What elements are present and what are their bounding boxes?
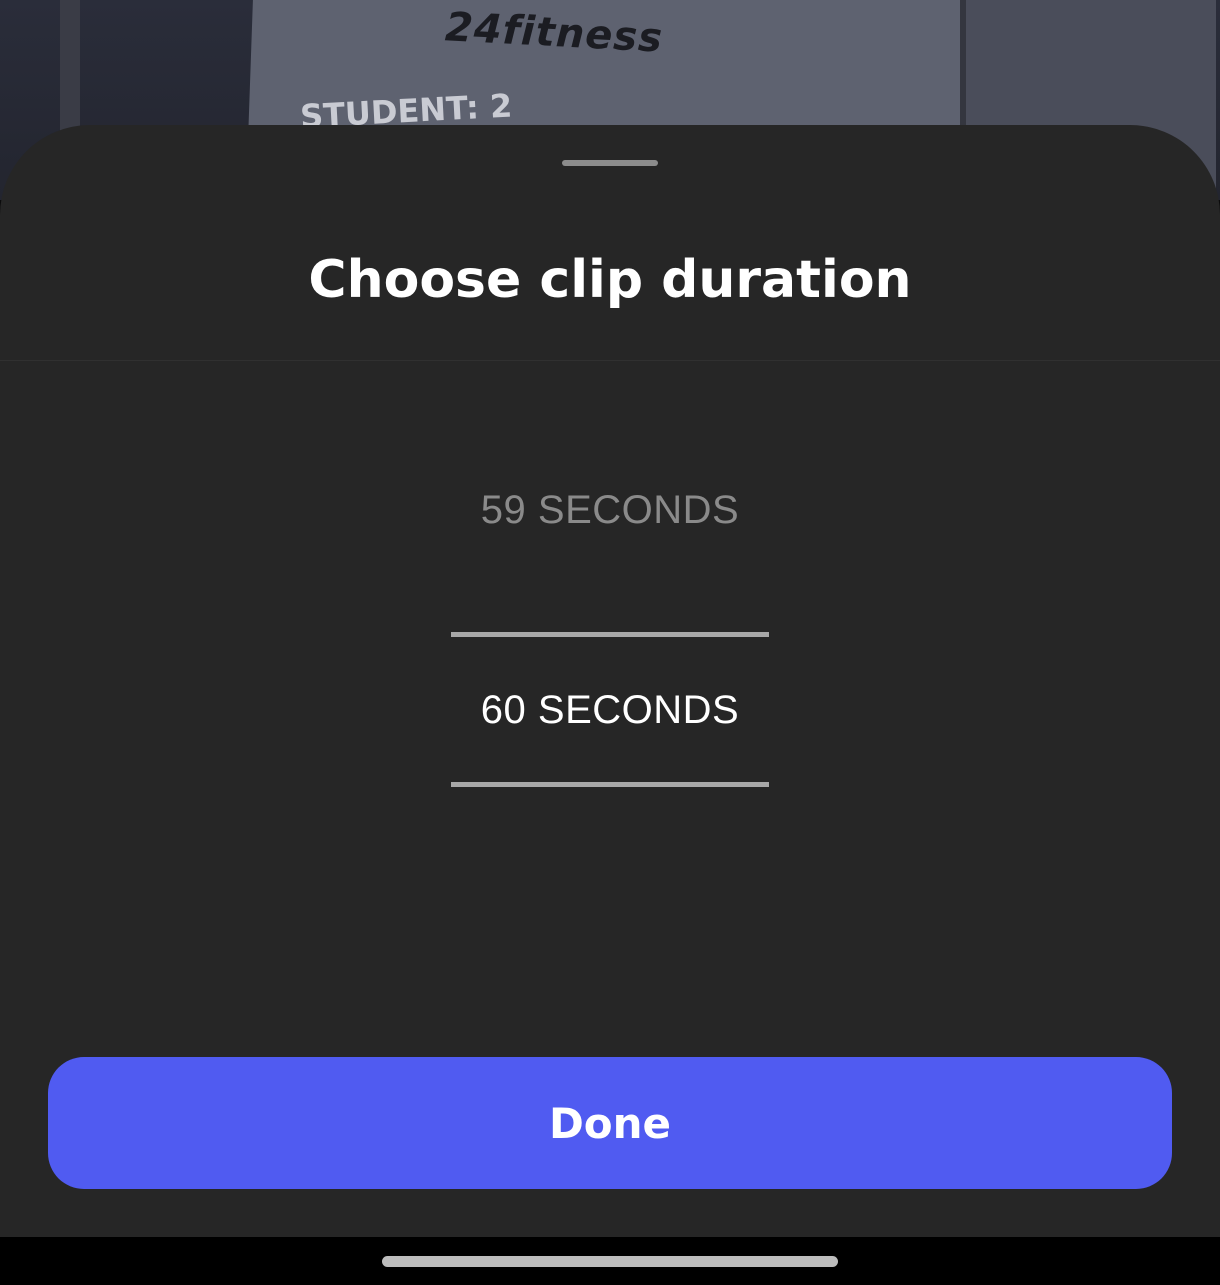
sheet-title: Choose clip duration bbox=[308, 250, 912, 310]
selection-line-bottom bbox=[451, 782, 769, 787]
duration-picker[interactable]: 59 SECONDS 60 SECONDS bbox=[0, 361, 1220, 961]
picker-option-60-seconds[interactable]: 60 SECONDS bbox=[0, 685, 1220, 735]
done-button[interactable]: Done bbox=[48, 1057, 1172, 1189]
home-indicator[interactable] bbox=[382, 1256, 838, 1267]
drag-handle[interactable] bbox=[562, 160, 658, 166]
selection-line-top bbox=[451, 632, 769, 637]
system-nav-bar bbox=[0, 1237, 1220, 1285]
screen: 24fitness STUDENT: 2 Choose clip duratio… bbox=[0, 0, 1220, 1285]
duration-bottom-sheet: Choose clip duration 59 SECONDS 60 SECON… bbox=[0, 125, 1220, 1237]
picker-option-59-seconds[interactable]: 59 SECONDS bbox=[0, 485, 1220, 535]
